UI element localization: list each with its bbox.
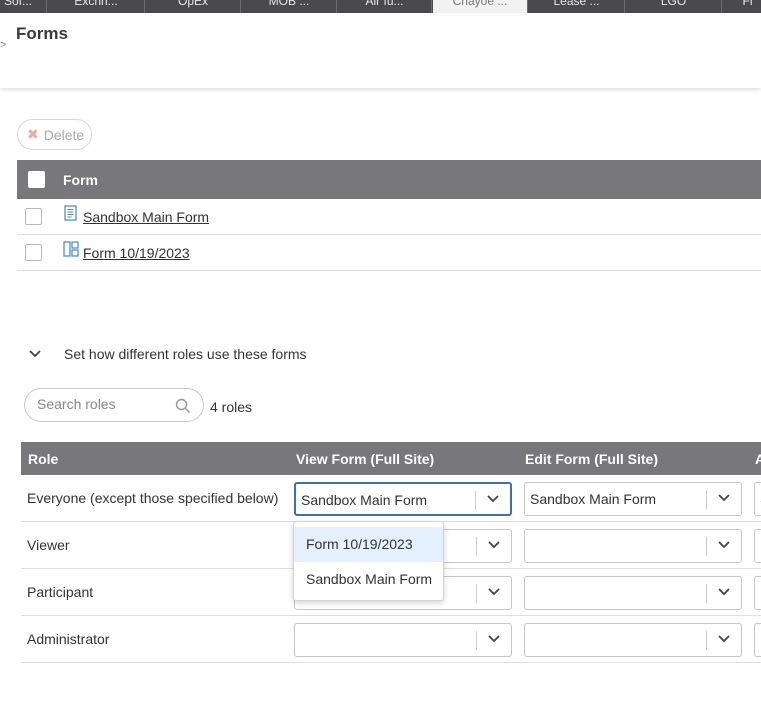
tab-sof[interactable]: Sof... (0, 0, 47, 13)
role-column-header: Role (28, 451, 59, 467)
close-icon: ✖ (27, 126, 39, 142)
edit-form-select[interactable]: Sandbox Main Form (524, 482, 742, 516)
select-divider (475, 491, 476, 510)
tab-strip: Sof... Exchn... OpEx MOB ... Air fu... C… (0, 0, 761, 13)
select-value: Sandbox Main Form (301, 492, 428, 508)
tab-chayoe[interactable]: Chayoe ... (433, 0, 528, 13)
forms-table: Form Sandbox Main Form Form 10/19/2023 (17, 160, 761, 271)
role-name: Viewer (27, 537, 70, 553)
table-row: Form 10/19/2023 (17, 235, 761, 271)
tab-air[interactable]: Air fu... (338, 0, 432, 13)
search-roles (24, 388, 204, 422)
forms-table-header: Form (17, 160, 761, 199)
extra-select[interactable] (754, 576, 761, 610)
table-row: Everyone (except those specified below) … (21, 475, 761, 522)
delete-label: Delete (43, 126, 85, 143)
form-link-sandbox[interactable]: Sandbox Main Form (83, 209, 209, 225)
search-icon[interactable] (175, 398, 191, 414)
extra-select[interactable]: S (754, 482, 761, 516)
form-link-10-19-2023[interactable]: Form 10/19/2023 (83, 245, 190, 261)
page-header: > Forms (0, 13, 761, 88)
select-divider (476, 584, 477, 603)
roles-section-toggle[interactable]: Set how different roles use these forms (28, 346, 307, 362)
chevron-down-icon (488, 588, 500, 596)
document-icon (64, 204, 77, 221)
extra-select[interactable] (754, 623, 761, 657)
edit-form-column-header: Edit Form (Full Site) (525, 451, 658, 467)
tab-opex[interactable]: OpEx (146, 0, 241, 13)
role-name: Participant (27, 584, 94, 600)
view-form-select[interactable]: Sandbox Main Form (294, 482, 512, 516)
role-count: 4 roles (210, 399, 253, 415)
table-row: Administrator (21, 616, 761, 663)
dropdown-option[interactable]: Form 10/19/2023 (294, 527, 443, 562)
role-name: Everyone (except those specified below) (27, 490, 279, 506)
chevron-down-icon (488, 635, 500, 643)
edit-form-select[interactable] (524, 623, 742, 657)
row-checkbox[interactable] (25, 208, 42, 225)
view-form-column-header: View Form (Full Site) (296, 451, 435, 467)
chevron-down-icon (718, 541, 730, 549)
extra-select[interactable] (754, 529, 761, 563)
row-checkbox[interactable] (25, 244, 42, 261)
select-value: Sandbox Main Form (530, 491, 657, 507)
roles-table-header: Role View Form (Full Site) Edit Form (Fu… (21, 442, 761, 475)
chevron-down-icon (718, 588, 730, 596)
chevron-down-icon (718, 494, 730, 502)
select-divider (706, 490, 707, 509)
chevron-down-icon (718, 635, 730, 643)
select-divider (706, 631, 707, 650)
select-all-checkbox[interactable] (28, 171, 45, 188)
tab-fi[interactable]: Fi (723, 0, 761, 13)
role-name: Administrator (27, 631, 110, 647)
search-input[interactable] (37, 396, 172, 412)
delete-button[interactable]: ✖ Delete (17, 119, 92, 150)
edit-form-select[interactable] (524, 576, 742, 610)
breadcrumb[interactable]: > (0, 39, 6, 51)
form-column-header: Form (63, 171, 98, 188)
chevron-down-icon (488, 541, 500, 549)
page-title: Forms (16, 24, 68, 43)
tab-mob[interactable]: MOB ... (242, 0, 337, 13)
edit-form-select[interactable] (524, 529, 742, 563)
tab-lease[interactable]: Lease ... (529, 0, 625, 13)
tab-exchn[interactable]: Exchn... (48, 0, 145, 13)
tab-lgo[interactable]: LGO (626, 0, 722, 13)
chevron-down-icon (487, 495, 499, 503)
dropdown-option[interactable]: Sandbox Main Form (294, 562, 443, 597)
view-form-select[interactable] (294, 623, 512, 657)
roles-section-label: Set how different roles use these forms (64, 346, 307, 362)
layout-icon (63, 240, 79, 257)
table-row: Sandbox Main Form (17, 199, 761, 235)
form-dropdown-menu: Form 10/19/2023 Sandbox Main Form (293, 521, 444, 601)
select-divider (476, 631, 477, 650)
chevron-down-icon (29, 350, 41, 358)
select-divider (706, 584, 707, 603)
extra-column-header: A (755, 451, 761, 467)
select-divider (476, 537, 477, 556)
select-divider (706, 537, 707, 556)
